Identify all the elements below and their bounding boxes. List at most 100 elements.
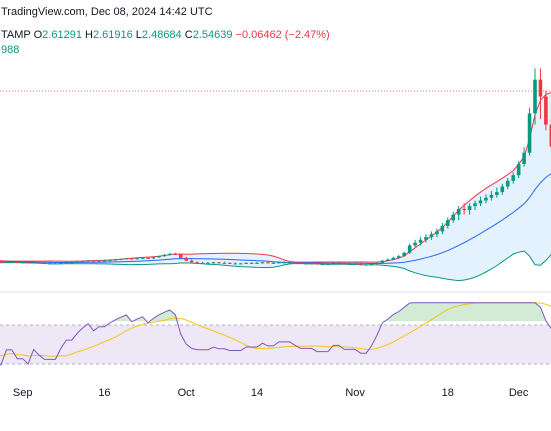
candle-body [146,257,150,259]
candle-body [342,263,347,265]
candle-body [446,220,450,226]
candle-body [484,197,488,201]
candle-body [222,262,227,264]
candle-body [413,242,417,246]
candle-body [353,264,357,266]
candle-body [26,262,30,264]
candle-body [15,261,20,263]
candle-body [249,262,254,264]
candle-body [440,225,445,232]
candle-body [462,208,466,211]
candle-body [135,258,139,260]
x-tick-label: Nov [345,387,365,399]
candle-body [473,203,477,207]
candle-body [505,180,510,187]
candle-body [102,260,107,262]
candle-body [331,263,336,265]
candle-body [59,262,63,264]
indicator-legend: 988 [1,44,20,56]
candle-body [255,262,259,264]
candle-body [337,263,341,265]
open-value: 2.61291 [42,29,82,41]
candle-body [380,260,385,263]
candle-body [527,113,532,153]
candle-body [151,257,156,259]
candle-body [42,262,47,264]
close-value: 2.54639 [192,29,233,41]
price-chart[interactable]: Sep 16 Oct 14 Nov 18 Dec [0,0,551,431]
candle-body [375,262,379,265]
x-tick-label: Oct [178,387,195,399]
candle-body [86,260,90,262]
candle-body [184,257,188,261]
candle-body [320,264,325,266]
change-value: −0.06462 (−2.47%) [235,29,330,41]
candle-body [489,194,494,198]
candle-body [168,253,172,256]
candle-body [108,260,112,262]
candle-body [407,245,412,253]
candle-body [75,261,79,263]
candle-body [80,261,85,263]
candle-body [271,262,276,264]
candle-body [91,260,96,262]
candle-body [451,214,456,221]
candle-body [4,261,9,263]
high-value: 2.61916 [92,29,133,41]
low-value: 2.48684 [141,29,182,41]
candle [178,253,183,259]
candle-body [189,260,194,263]
candle-body [429,234,434,238]
candle-body [260,262,265,264]
candle-body [31,262,36,264]
candle-body [402,252,406,257]
candle-body [211,262,216,264]
candle-body [97,260,101,262]
x-tick-label: 16 [98,387,110,399]
candle-body [69,262,74,264]
candle-body [500,186,505,193]
candle-body [200,262,205,264]
candle-body [364,264,368,266]
candle-body [538,79,543,97]
source-line: TradingView.com, Dec 08, 2024 14:42 UTC [1,6,213,18]
candle-body [48,263,52,265]
candle-body [516,163,521,176]
candle-body [0,261,3,263]
x-tick-label: 18 [442,387,454,399]
candle-body [544,96,548,125]
candle-body [396,256,401,258]
candle-body [140,257,145,259]
candle-body [119,258,123,260]
candle-body [157,256,161,258]
candle-body [418,239,423,243]
candle-body [347,264,352,266]
candle-body [206,262,210,264]
candle-body [386,259,390,261]
x-tick-label: 14 [251,387,263,399]
candle-body [64,262,69,264]
candle-body [304,263,308,265]
candle-body [298,262,303,264]
candle-body [369,264,374,266]
high-key: H [85,29,93,41]
open-key: O [33,29,43,41]
candle-body [326,264,330,266]
candle-body [456,208,461,215]
candle-body [495,192,499,195]
candle-body [217,262,221,264]
candle-body [511,175,515,181]
symbol-label: TAMP [1,29,31,41]
candle-body [277,262,281,264]
candle [544,90,548,131]
candle-body [533,79,537,114]
candle-body [10,261,14,263]
x-tick-label: Sep [13,387,33,399]
candle-body [37,262,41,264]
close-key: C [184,29,193,41]
candle-body [315,263,319,265]
candle-body [53,263,58,265]
candle [527,107,532,156]
ohlc-legend: TAMP O2.61291 H2.61916 L2.48684 C2.54639… [1,29,330,41]
x-tick-label: Dec [509,387,529,399]
